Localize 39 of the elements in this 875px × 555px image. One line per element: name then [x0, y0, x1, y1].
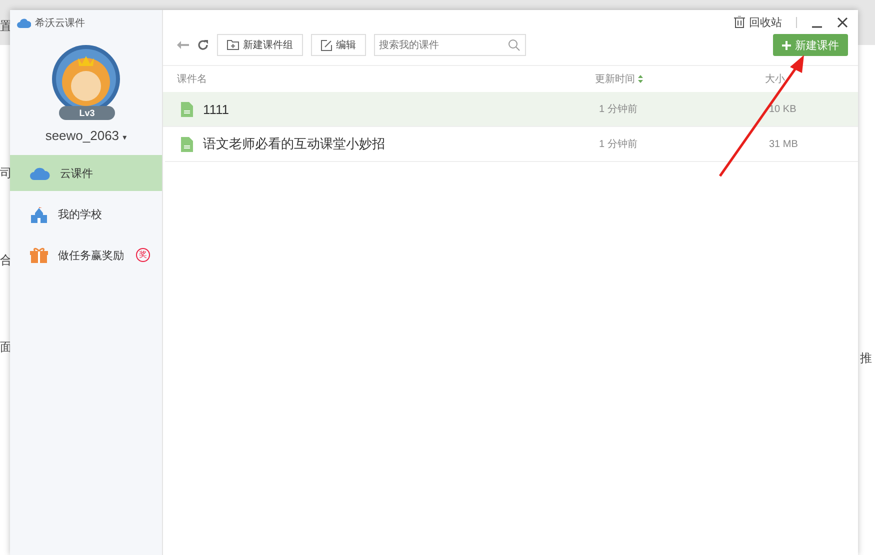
table-cell-text: 10 KB [769, 104, 798, 114]
background-text: 推 [860, 351, 872, 365]
level-badge: Lv3 [59, 106, 115, 120]
plus-icon [782, 40, 791, 50]
file-name: 语文老师必看的互动课堂小妙招 [203, 135, 385, 153]
edit-button[interactable]: 编辑 [311, 34, 366, 56]
trash-icon [734, 16, 745, 28]
search-field[interactable]: 搜索我的课件 [374, 34, 526, 56]
refresh-icon[interactable] [197, 39, 209, 51]
folder-plus-icon [227, 40, 239, 50]
background-text: 合 [0, 252, 12, 269]
nav-item[interactable]: 云课件 [10, 155, 162, 191]
table-cell-text: 1 分钟前 [599, 138, 638, 151]
username-dropdown[interactable]: seewo_2063 ▾ [45, 128, 127, 143]
table-cell-text: 31 MB [769, 138, 799, 150]
column-header[interactable]: 更新时间 [595, 72, 765, 86]
file-name: 1111 [203, 102, 230, 116]
app-title: 希沃云课件 [35, 16, 85, 30]
column-header: 大小 [765, 72, 786, 86]
gift-icon [30, 247, 48, 263]
document-icon [181, 136, 193, 152]
cloud-icon [17, 18, 31, 28]
cloud-icon [30, 166, 50, 180]
file-row[interactable]: 语文老师必看的互动课堂小妙招 1 分钟前 31 MB [165, 127, 858, 162]
nav-item[interactable]: 做任务赢奖励 奖 [10, 237, 162, 273]
file-row[interactable]: 1111 1 分钟前 10 KB [163, 92, 858, 127]
background-text: 司 [0, 165, 12, 182]
sort-icon [638, 75, 643, 83]
close-icon[interactable] [837, 16, 848, 28]
reward-badge: 奖 [136, 248, 150, 262]
document-icon [181, 102, 193, 116]
search-icon [508, 39, 520, 51]
nav-item[interactable]: 我的学校 [10, 196, 162, 232]
column-header: 课件名 [177, 73, 208, 86]
new-group-button[interactable]: 新建课件组 [217, 34, 303, 56]
table-cell-text: 1 分钟前 [599, 102, 638, 116]
recycle-bin-button[interactable]: 回收站 [734, 14, 782, 30]
school-icon [30, 205, 48, 223]
edit-icon [321, 40, 332, 50]
